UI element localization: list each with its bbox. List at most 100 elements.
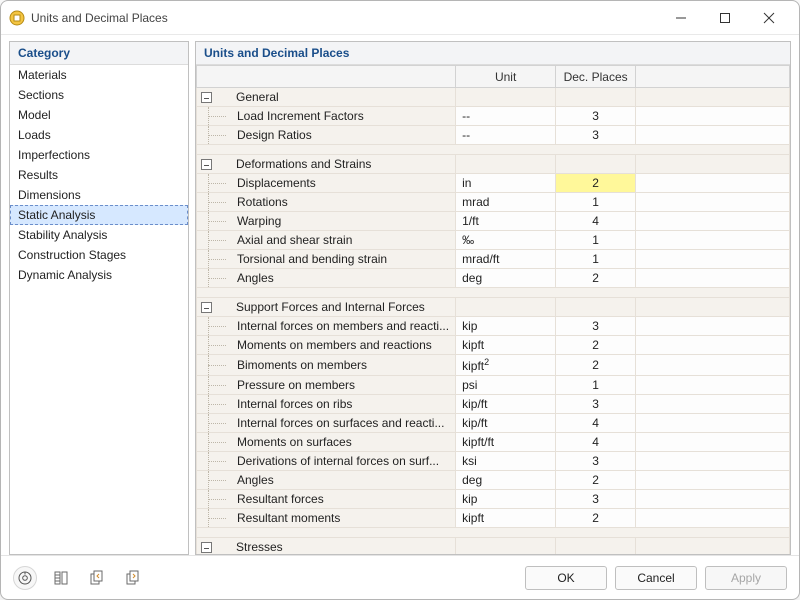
- setting-label: Axial and shear strain: [197, 231, 456, 250]
- unit-cell[interactable]: in: [456, 174, 556, 193]
- decimal-cell[interactable]: 2: [556, 174, 636, 193]
- setting-row: Anglesdeg2: [197, 269, 790, 288]
- collapse-icon[interactable]: [201, 302, 212, 313]
- extra-cell: [636, 174, 790, 193]
- decimal-cell[interactable]: 1: [556, 231, 636, 250]
- unit-cell[interactable]: ‰: [456, 231, 556, 250]
- decimal-cell[interactable]: 3: [556, 317, 636, 336]
- decimal-cell[interactable]: 1: [556, 250, 636, 269]
- category-item[interactable]: Stability Analysis: [10, 225, 188, 245]
- extra-cell: [636, 336, 790, 355]
- decimal-cell[interactable]: 2: [556, 336, 636, 355]
- copy-settings-button[interactable]: [85, 566, 109, 590]
- setting-row: Resultant momentskipft2: [197, 509, 790, 528]
- close-button[interactable]: [747, 3, 791, 33]
- setting-row: Anglesdeg2: [197, 471, 790, 490]
- unit-cell[interactable]: kip/ft: [456, 414, 556, 433]
- setting-row: Rotationsmrad1: [197, 193, 790, 212]
- decimal-cell[interactable]: 3: [556, 126, 636, 145]
- extra-cell: [636, 193, 790, 212]
- paste-settings-button[interactable]: [121, 566, 145, 590]
- unit-cell[interactable]: kipft/ft: [456, 433, 556, 452]
- category-item[interactable]: Construction Stages: [10, 245, 188, 265]
- extra-cell: [636, 317, 790, 336]
- decimal-cell[interactable]: 2: [556, 269, 636, 288]
- col-header-extra: [636, 66, 790, 88]
- unit-cell[interactable]: mrad: [456, 193, 556, 212]
- extra-cell: [636, 212, 790, 231]
- extra-cell: [636, 126, 790, 145]
- group-row[interactable]: Support Forces and Internal Forces: [197, 298, 790, 317]
- setting-label: Pressure on members: [197, 376, 456, 395]
- unit-cell[interactable]: deg: [456, 269, 556, 288]
- setting-label: Rotations: [197, 193, 456, 212]
- dialog-units-decimal: Units and Decimal Places Category Materi…: [0, 0, 800, 600]
- decimal-cell[interactable]: 2: [556, 471, 636, 490]
- unit-cell[interactable]: deg: [456, 471, 556, 490]
- unit-cell[interactable]: kip: [456, 490, 556, 509]
- decimal-cell[interactable]: 2: [556, 355, 636, 376]
- decimal-cell[interactable]: 3: [556, 107, 636, 126]
- unit-cell[interactable]: kipft: [456, 509, 556, 528]
- group-row[interactable]: General: [197, 88, 790, 107]
- category-item[interactable]: Static Analysis: [10, 205, 188, 225]
- unit-cell[interactable]: --: [456, 107, 556, 126]
- decimal-cell[interactable]: 4: [556, 433, 636, 452]
- setting-label: Resultant forces: [197, 490, 456, 509]
- col-header-dec: Dec. Places: [556, 66, 636, 88]
- apply-button[interactable]: Apply: [705, 566, 787, 590]
- cancel-button[interactable]: Cancel: [615, 566, 697, 590]
- unit-cell[interactable]: --: [456, 126, 556, 145]
- collapse-icon[interactable]: [201, 159, 212, 170]
- extra-cell: [636, 269, 790, 288]
- category-item[interactable]: Dimensions: [10, 185, 188, 205]
- settings-grid-scroll[interactable]: Unit Dec. Places GeneralLoad Increment F…: [196, 65, 790, 554]
- decimal-cell[interactable]: 4: [556, 414, 636, 433]
- unit-cell[interactable]: mrad/ft: [456, 250, 556, 269]
- setting-row: Bimoments on memberskipft22: [197, 355, 790, 376]
- reset-units-button[interactable]: [49, 566, 73, 590]
- unit-cell[interactable]: ksi: [456, 452, 556, 471]
- setting-row: Moments on members and reactionskipft2: [197, 336, 790, 355]
- decimal-cell[interactable]: 1: [556, 376, 636, 395]
- decimal-cell[interactable]: 3: [556, 452, 636, 471]
- group-row[interactable]: Deformations and Strains: [197, 155, 790, 174]
- setting-row: Warping1/ft4: [197, 212, 790, 231]
- setting-row: Internal forces on members and reacti...…: [197, 317, 790, 336]
- collapse-icon[interactable]: [201, 92, 212, 103]
- category-item[interactable]: Model: [10, 105, 188, 125]
- setting-label: Internal forces on ribs: [197, 395, 456, 414]
- decimal-cell[interactable]: 3: [556, 490, 636, 509]
- group-row[interactable]: Stresses: [197, 538, 790, 555]
- help-button[interactable]: [13, 566, 37, 590]
- extra-cell: [636, 355, 790, 376]
- collapse-icon[interactable]: [201, 542, 212, 553]
- decimal-cell[interactable]: 1: [556, 193, 636, 212]
- decimal-cell[interactable]: 4: [556, 212, 636, 231]
- category-item[interactable]: Loads: [10, 125, 188, 145]
- setting-row: Design Ratios--3: [197, 126, 790, 145]
- category-item[interactable]: Sections: [10, 85, 188, 105]
- extra-cell: [636, 509, 790, 528]
- unit-cell[interactable]: 1/ft: [456, 212, 556, 231]
- decimal-cell[interactable]: 3: [556, 395, 636, 414]
- category-item[interactable]: Results: [10, 165, 188, 185]
- unit-cell[interactable]: kip: [456, 317, 556, 336]
- category-item[interactable]: Imperfections: [10, 145, 188, 165]
- decimal-cell[interactable]: 2: [556, 509, 636, 528]
- setting-label: Design Ratios: [197, 126, 456, 145]
- extra-cell: [636, 395, 790, 414]
- ok-button[interactable]: OK: [525, 566, 607, 590]
- setting-label: Torsional and bending strain: [197, 250, 456, 269]
- category-item[interactable]: Materials: [10, 65, 188, 85]
- unit-cell[interactable]: kip/ft: [456, 395, 556, 414]
- unit-cell[interactable]: psi: [456, 376, 556, 395]
- category-item[interactable]: Dynamic Analysis: [10, 265, 188, 285]
- setting-row: Resultant forceskip3: [197, 490, 790, 509]
- maximize-button[interactable]: [703, 3, 747, 33]
- extra-cell: [636, 231, 790, 250]
- unit-cell[interactable]: kipft2: [456, 355, 556, 376]
- unit-cell[interactable]: kipft: [456, 336, 556, 355]
- category-panel: Category MaterialsSectionsModelLoadsImpe…: [9, 41, 189, 555]
- minimize-button[interactable]: [659, 3, 703, 33]
